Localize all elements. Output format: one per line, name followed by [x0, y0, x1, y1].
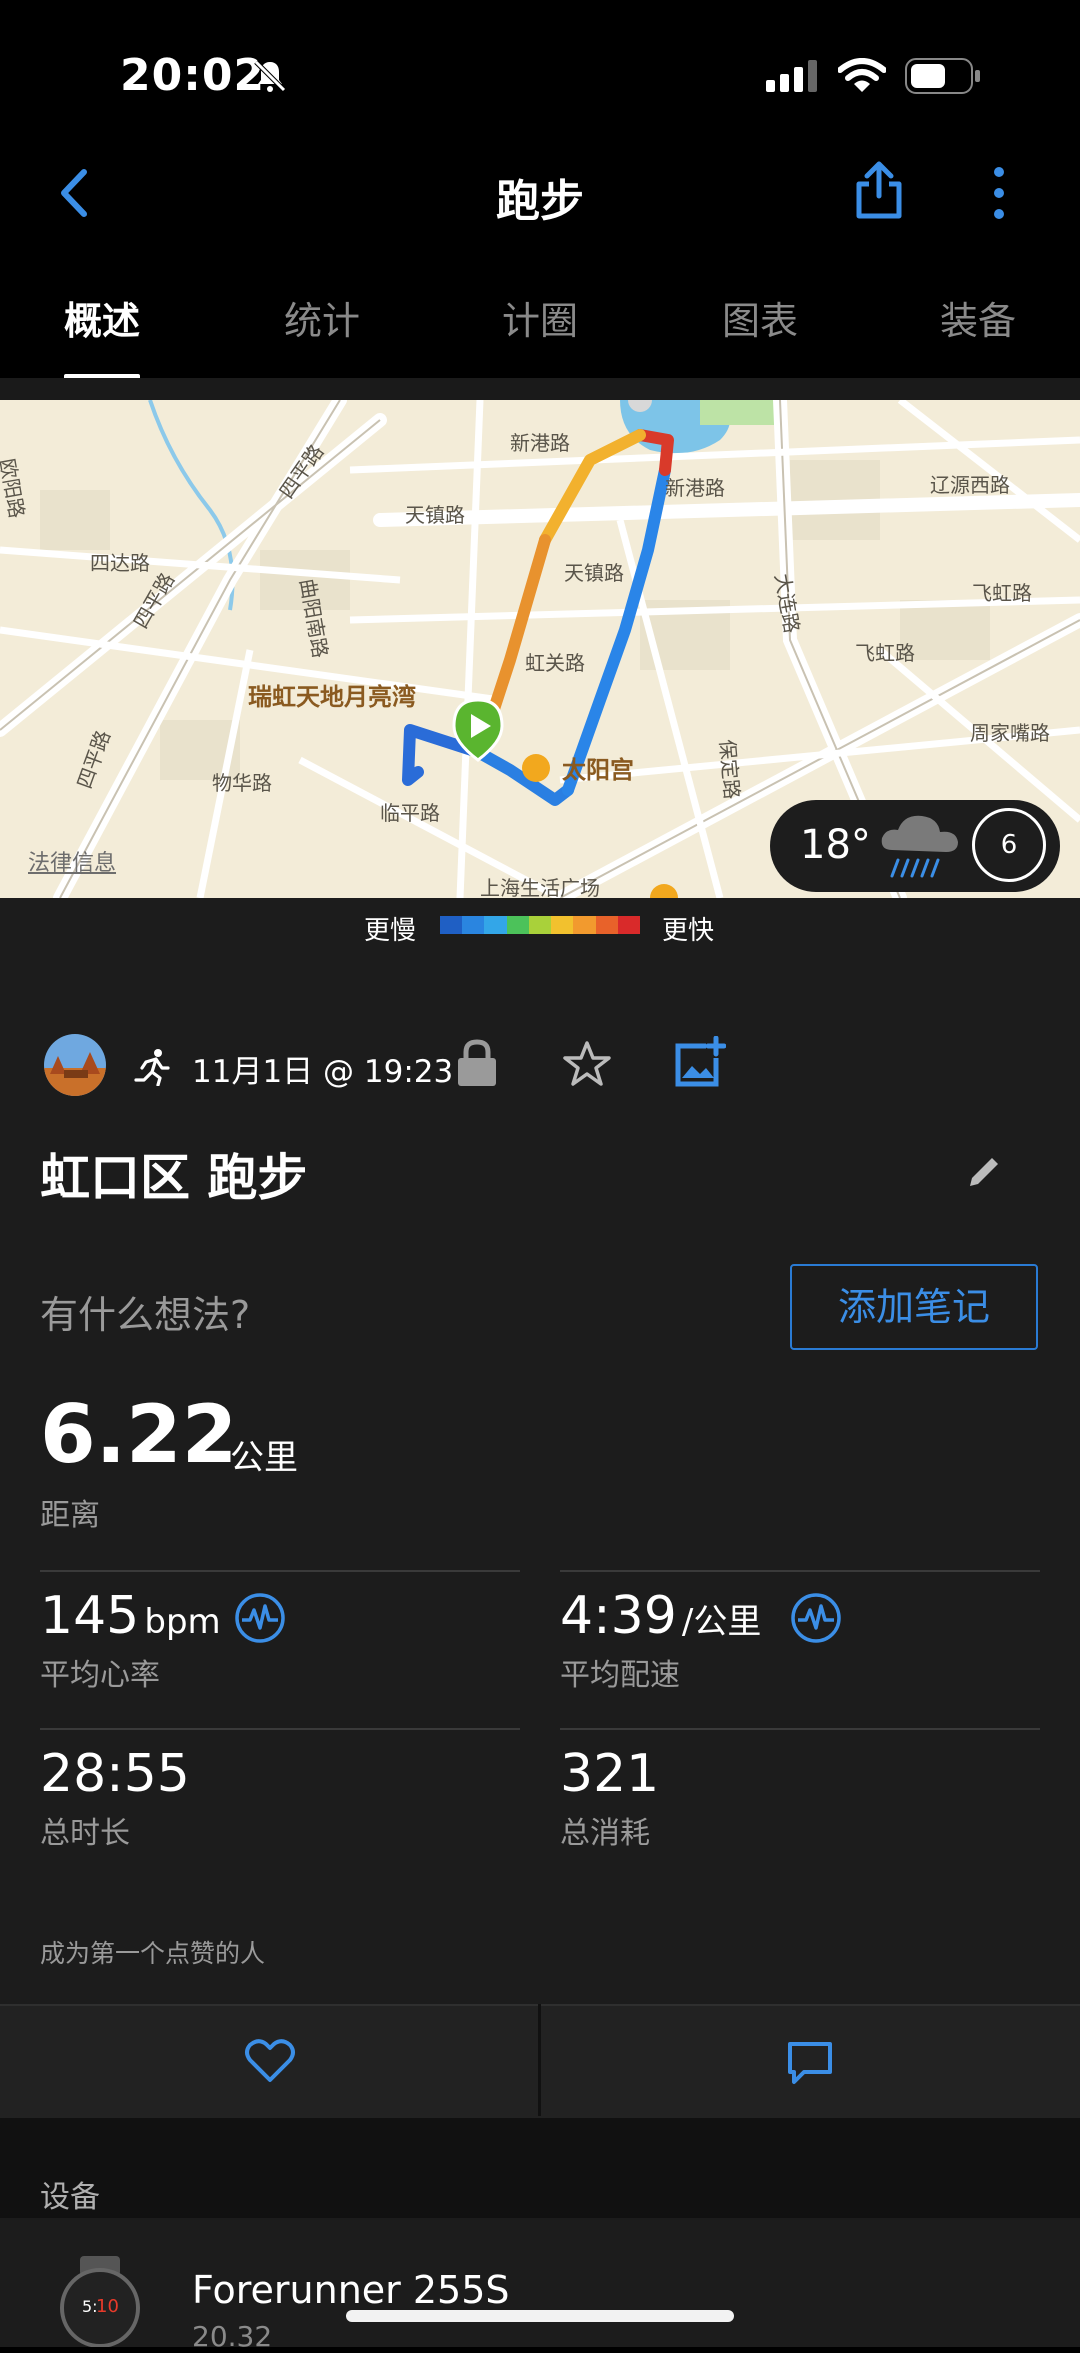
add-photo-icon[interactable]	[672, 1036, 726, 1090]
status-time: 20:02	[120, 50, 266, 101]
pace-legend-swatch	[528, 916, 552, 934]
avg-pace-value: 4:39	[560, 1586, 677, 1646]
tab-bar: 概述 统计 计圈 图表 装备	[0, 280, 1080, 380]
divider	[40, 1728, 520, 1730]
avg-pace-label: 平均配速	[560, 1658, 680, 1693]
map-label: 新港路	[665, 476, 725, 500]
map-label: 天镇路	[564, 561, 624, 585]
map-poi-label: 瑞虹天地月亮湾	[248, 683, 416, 711]
share-icon[interactable]	[855, 160, 903, 220]
running-icon	[134, 1049, 170, 1086]
distance-unit: 公里	[230, 1438, 298, 1478]
pace-legend-swatch	[484, 916, 507, 934]
wind-speed-dial: 6	[972, 808, 1046, 882]
home-indicator[interactable]	[346, 2310, 734, 2322]
rain-cloud-icon	[881, 815, 958, 878]
avg-pace-stat: 4:39 /公里	[560, 1586, 761, 1646]
heart-rate-chart-icon[interactable]	[234, 1592, 286, 1644]
activity-title: 虹口区 跑步	[40, 1149, 308, 1207]
divider	[560, 1728, 1040, 1730]
map-label: 四达路	[90, 551, 150, 575]
pace-legend-swatch	[551, 916, 574, 934]
avg-hr-stat: 145 bpm	[40, 1586, 221, 1646]
pace-legend-swatch	[617, 916, 640, 934]
map-label: 飞虹路	[972, 581, 1032, 605]
divider	[40, 1570, 520, 1572]
distance-label: 距离	[40, 1498, 100, 1533]
avg-hr-value: 145	[40, 1586, 140, 1646]
more-vertical-icon[interactable]	[990, 165, 1008, 221]
pace-gradient-bar	[440, 916, 640, 934]
device-section-title: 设备	[40, 2180, 100, 2215]
avatar[interactable]	[44, 1034, 106, 1096]
map-label: 虹关路	[525, 651, 585, 675]
lock-icon[interactable]	[456, 1038, 498, 1088]
device-sub: 20.32	[192, 2320, 273, 2353]
avg-hr-unit: bpm	[144, 1602, 221, 1642]
map-label: 新港路	[510, 431, 570, 455]
calories-value: 321	[560, 1744, 660, 1804]
map-label: 物华路	[212, 771, 272, 795]
svg-text:10: 10	[96, 2296, 119, 2317]
map-label: 飞虹路	[855, 641, 915, 665]
divider	[560, 1570, 1040, 1572]
pace-legend-swatch	[573, 916, 596, 934]
legend-slow-label: 更慢	[364, 916, 417, 946]
pace-legend-swatch	[506, 916, 529, 934]
pace-legend: 更慢 更快	[0, 898, 1080, 958]
legend-fast-label: 更快	[662, 916, 715, 946]
activity-summary: 11月1日 @ 19:23 虹口区 跑步 有什么想法? 添加笔记 6.22 公里…	[0, 958, 1080, 2004]
silent-bell-icon	[254, 60, 286, 92]
tab-laps[interactable]: 计圈	[502, 290, 578, 345]
like-prompt: 成为第一个点赞的人	[40, 1939, 266, 1968]
tab-stats[interactable]: 统计	[284, 290, 360, 345]
cellular-signal-icon	[766, 60, 817, 92]
map-label: 周家嘴路	[970, 721, 1050, 745]
calories-label: 总消耗	[560, 1816, 650, 1851]
thought-prompt: 有什么想法?	[40, 1293, 251, 1337]
divider	[0, 378, 1080, 400]
wifi-icon	[838, 58, 886, 92]
weather-temp: 18°	[800, 822, 871, 868]
pace-legend-swatch	[462, 916, 485, 934]
add-note-button[interactable]: 添加笔记	[790, 1264, 1038, 1350]
device-name: Forerunner 255S	[192, 2268, 510, 2312]
device-row[interactable]	[0, 2218, 1080, 2347]
avg-pace-unit: /公里	[681, 1602, 762, 1642]
map-label: 辽源西路	[930, 473, 1010, 497]
map-label: 临平路	[380, 801, 440, 825]
pace-legend-swatch	[595, 916, 618, 934]
device-section	[0, 2118, 1080, 2218]
battery-icon	[905, 58, 980, 94]
like-heart-icon[interactable]	[244, 2038, 296, 2084]
weather-badge[interactable]: 18° 6	[770, 800, 1060, 892]
activity-date: 11月1日 @ 19:23	[192, 1054, 454, 1090]
tab-gear[interactable]: 装备	[940, 290, 1016, 345]
pace-chart-icon[interactable]	[790, 1592, 842, 1644]
duration-value: 28:55	[40, 1744, 190, 1804]
duration-label: 总时长	[40, 1816, 130, 1851]
legal-info-link[interactable]: 法律信息	[28, 845, 116, 877]
tab-overview[interactable]: 概述	[64, 290, 140, 345]
divider	[538, 2004, 541, 2116]
distance-value: 6.22	[40, 1388, 238, 1481]
map-poi-label: 太阳宫	[562, 756, 634, 784]
map-label: 上海生活广场	[480, 876, 600, 898]
comment-icon[interactable]	[786, 2040, 834, 2086]
page-title: 跑步	[496, 176, 584, 227]
edit-pencil-icon[interactable]	[966, 1154, 1002, 1190]
star-icon[interactable]	[562, 1040, 612, 1088]
pace-legend-swatch	[440, 916, 463, 934]
avg-hr-label: 平均心率	[40, 1658, 160, 1693]
tab-charts[interactable]: 图表	[722, 290, 798, 345]
watch-icon: 5: 10	[60, 2256, 140, 2347]
map-label: 天镇路	[405, 503, 465, 527]
